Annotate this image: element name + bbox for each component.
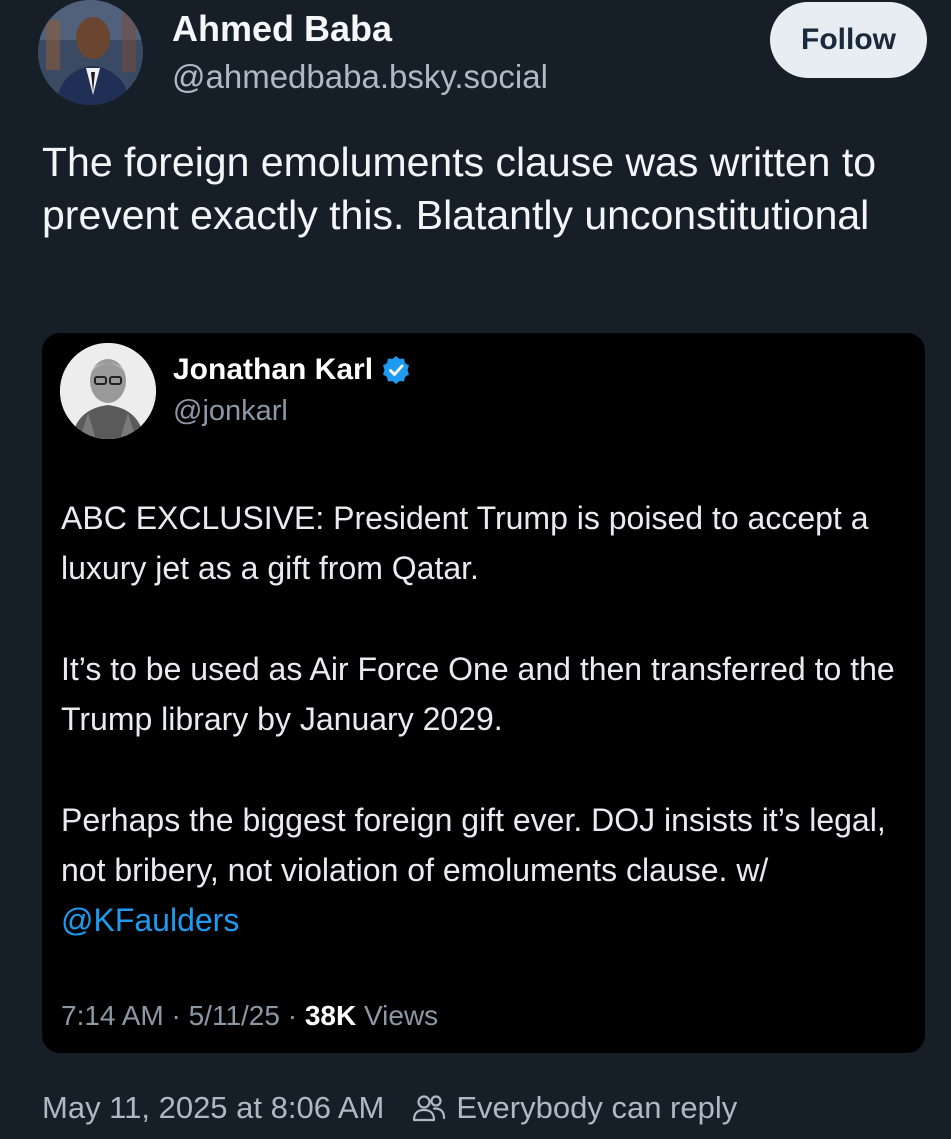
author-handle[interactable]: @ahmedbaba.bsky.social xyxy=(172,58,548,96)
verified-badge-icon xyxy=(383,356,410,384)
quoted-author-handle[interactable]: @jonkarl xyxy=(173,395,288,428)
views-count: 38K xyxy=(304,1000,357,1031)
quoted-author-avatar[interactable] xyxy=(60,343,156,439)
author-avatar[interactable] xyxy=(38,0,143,105)
quoted-tweet-paragraph-text: Perhaps the biggest foreign gift ever. D… xyxy=(61,802,886,888)
post-page: Ahmed Baba @ahmedbaba.bsky.social Follow… xyxy=(0,0,951,1139)
quoted-tweet-time[interactable]: 7:14 AM · 5/11/25 · xyxy=(61,1000,305,1031)
mention-link[interactable]: @KFaulders xyxy=(61,902,239,938)
post-timestamp[interactable]: May 11, 2025 at 8:06 AM xyxy=(42,1090,384,1126)
quoted-author-name[interactable]: Jonathan Karl xyxy=(173,353,373,387)
author-avatar-image xyxy=(38,0,143,105)
reply-setting[interactable]: Everybody can reply xyxy=(456,1090,737,1126)
post-text: The foreign emoluments clause was writte… xyxy=(42,139,877,238)
post-footer: May 11, 2025 at 8:06 AM Everybody can re… xyxy=(42,1090,737,1126)
follow-button[interactable]: Follow xyxy=(770,2,927,78)
quoted-tweet-meta: 7:14 AM · 5/11/25 · 38K Views xyxy=(61,1000,438,1032)
views-label: Views xyxy=(356,1000,439,1031)
quoted-tweet-paragraph: ABC EXCLUSIVE: President Trump is poised… xyxy=(61,500,869,586)
quoted-author-row: Jonathan Karl xyxy=(173,353,411,387)
quoted-tweet-paragraph: Perhaps the biggest foreign gift ever. D… xyxy=(61,795,911,945)
quoted-tweet-paragraph: It’s to be used as Air Force One and the… xyxy=(61,651,895,737)
quoted-tweet-card[interactable]: Jonathan Karl @jonkarl ABC EXCLUSIVE: Pr… xyxy=(42,333,925,1053)
quoted-author-avatar-image xyxy=(60,343,156,439)
people-icon xyxy=(413,1095,446,1122)
author-name[interactable]: Ahmed Baba xyxy=(172,8,392,50)
